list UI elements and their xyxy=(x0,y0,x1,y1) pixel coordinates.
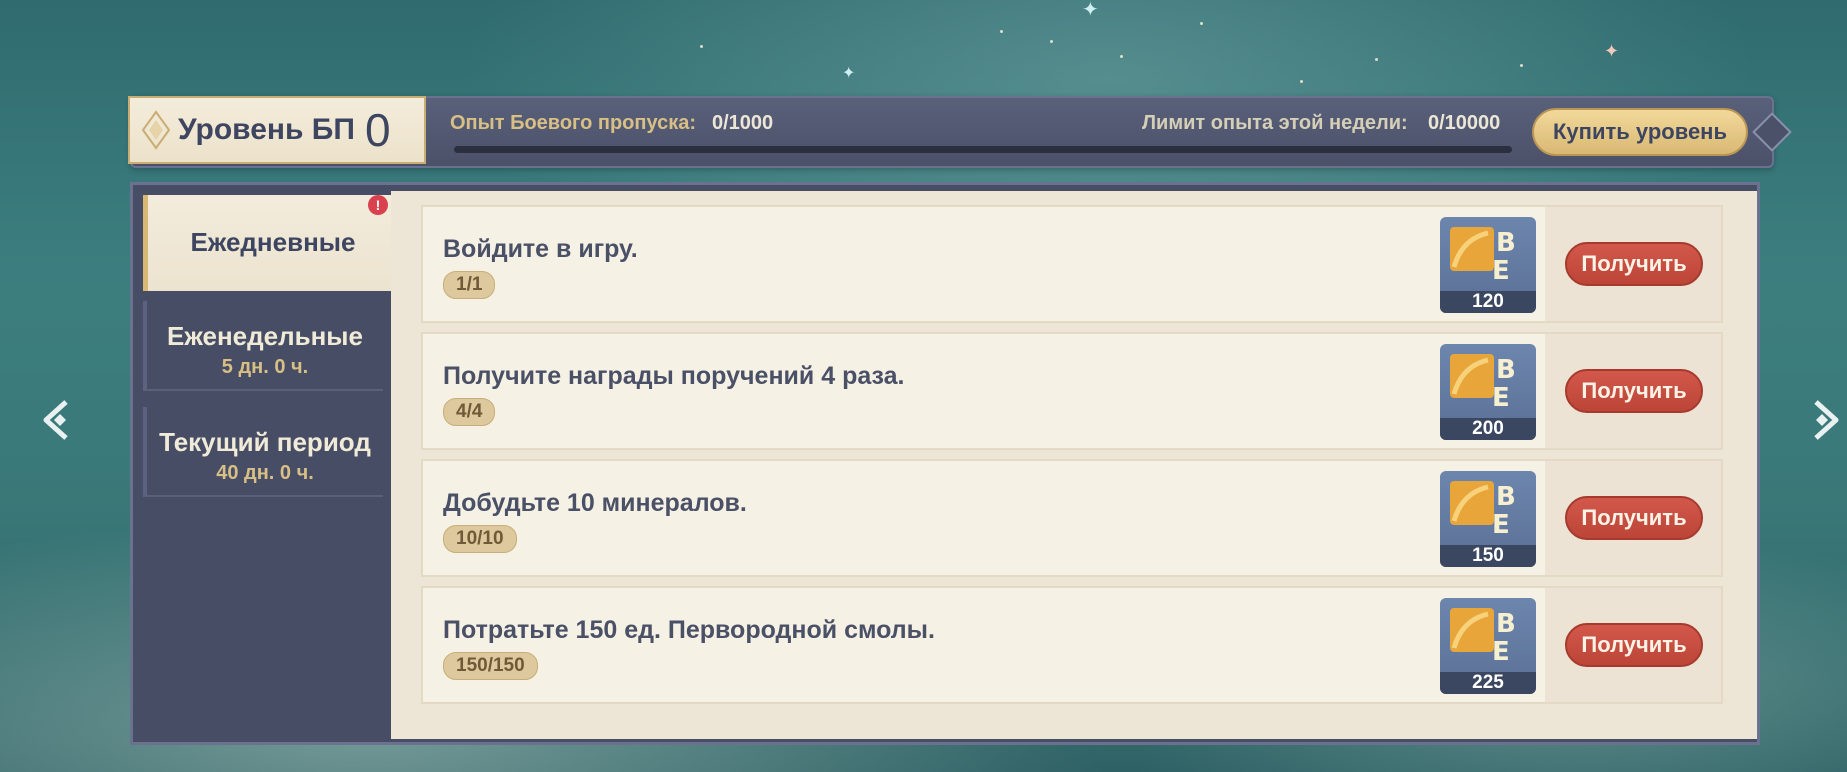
bp-exp-icon: B E xyxy=(1450,481,1516,539)
sparkle-icon: ✦ xyxy=(1082,0,1099,21)
svg-text:B: B xyxy=(1496,609,1516,639)
reward-item[interactable]: B E 120 xyxy=(1440,217,1536,313)
star xyxy=(1520,64,1523,67)
tab-daily[interactable]: Ежедневные xyxy=(143,195,398,291)
reward-count: 200 xyxy=(1440,418,1536,440)
task-row: Потратьте 150 ед. Первородной смолы. 150… xyxy=(421,586,1723,704)
bp-exp-icon: B E xyxy=(1450,354,1516,412)
tab-season-label: Текущий период xyxy=(159,427,371,457)
claim-zone: Получить xyxy=(1545,588,1721,702)
buy-level-button[interactable]: Купить уровень xyxy=(1532,108,1748,156)
weekly-limit-label: Лимит опыта этой недели: xyxy=(1142,112,1408,134)
battle-pass-header: Уровень БП 0 Опыт Боевого пропуска: 0/10… xyxy=(128,96,1792,168)
reward-item[interactable]: B E 200 xyxy=(1440,344,1536,440)
svg-text:B: B xyxy=(1496,482,1516,512)
reward-count: 120 xyxy=(1440,291,1536,313)
svg-text:E: E xyxy=(1492,637,1510,666)
tab-season[interactable]: Текущий период 40 дн. 0 ч. xyxy=(143,407,383,497)
level-label: Уровень БП xyxy=(178,113,355,146)
mission-tabs: Ежедневные ! Еженедельные 5 дн. 0 ч. Тек… xyxy=(133,185,398,742)
tab-season-timer: 40 дн. 0 ч. xyxy=(216,462,314,484)
exp-value: 0/1000 xyxy=(712,112,774,134)
tab-weekly-timer: 5 дн. 0 ч. xyxy=(221,356,309,378)
svg-text:E: E xyxy=(1492,510,1510,539)
star xyxy=(1050,40,1053,43)
exp-label: Опыт Боевого пропуска: xyxy=(450,112,697,134)
svg-text:B: B xyxy=(1496,228,1516,258)
task-row: Получите награды поручений 4 раза. 4/4 B… xyxy=(421,332,1723,450)
diamond-ornament-icon xyxy=(1752,112,1792,152)
sparkle-icon: ✦ xyxy=(1604,41,1620,61)
task-title: Получите награды поручений 4 раза. xyxy=(443,362,905,390)
left-arrow-icon[interactable] xyxy=(40,398,76,442)
star xyxy=(700,45,703,48)
bp-exp-icon: B E xyxy=(1450,608,1516,666)
tab-daily-label: Ежедневные xyxy=(190,227,356,257)
task-list: Войдите в игру. 1/1 B E 120 Получить Пол… xyxy=(391,191,1757,739)
right-arrow-icon[interactable] xyxy=(1806,398,1842,442)
star xyxy=(1375,58,1378,61)
claim-button[interactable]: Получить xyxy=(1565,623,1703,667)
task-progress: 4/4 xyxy=(443,398,496,426)
task-title: Добудьте 10 минералов. xyxy=(443,489,747,517)
task-title: Потратьте 150 ед. Первородной смолы. xyxy=(443,616,935,644)
star xyxy=(1000,30,1003,33)
task-row: Добудьте 10 минералов. 10/10 B E 150 Пол… xyxy=(421,459,1723,577)
exp-progress-bar xyxy=(454,146,1512,153)
claim-zone: Получить xyxy=(1545,207,1721,321)
task-progress: 1/1 xyxy=(443,271,496,299)
claim-button[interactable]: Получить xyxy=(1565,496,1703,540)
missions-panel: Ежедневные ! Еженедельные 5 дн. 0 ч. Тек… xyxy=(130,182,1760,745)
reward-count: 150 xyxy=(1440,545,1536,567)
svg-text:B: B xyxy=(1496,355,1516,385)
task-progress: 10/10 xyxy=(443,525,517,553)
level-value: 0 xyxy=(364,104,391,156)
alert-badge-icon: ! xyxy=(368,195,388,215)
claim-button[interactable]: Получить xyxy=(1565,369,1703,413)
star xyxy=(1300,80,1303,83)
star xyxy=(1200,22,1203,25)
claim-button[interactable]: Получить xyxy=(1565,242,1703,286)
tab-weekly-label: Еженедельные xyxy=(167,321,363,351)
claim-zone: Получить xyxy=(1545,461,1721,575)
task-row: Войдите в игру. 1/1 B E 120 Получить xyxy=(421,205,1723,323)
sparkle-icon: ✦ xyxy=(842,65,856,82)
level-box: Уровень БП 0 xyxy=(128,96,426,164)
tab-weekly[interactable]: Еженедельные 5 дн. 0 ч. xyxy=(143,301,383,391)
svg-text:E: E xyxy=(1492,256,1510,285)
svg-text:E: E xyxy=(1492,383,1510,412)
claim-zone: Получить xyxy=(1545,334,1721,448)
weekly-limit-value: 0/10000 xyxy=(1428,112,1501,134)
star xyxy=(1120,55,1123,58)
reward-item[interactable]: B E 225 xyxy=(1440,598,1536,694)
bp-exp-icon: B E xyxy=(1450,227,1516,285)
task-title: Войдите в игру. xyxy=(443,235,638,263)
reward-item[interactable]: B E 150 xyxy=(1440,471,1536,567)
level-emblem-icon xyxy=(136,110,176,150)
task-progress: 150/150 xyxy=(443,652,538,680)
reward-count: 225 xyxy=(1440,672,1536,694)
